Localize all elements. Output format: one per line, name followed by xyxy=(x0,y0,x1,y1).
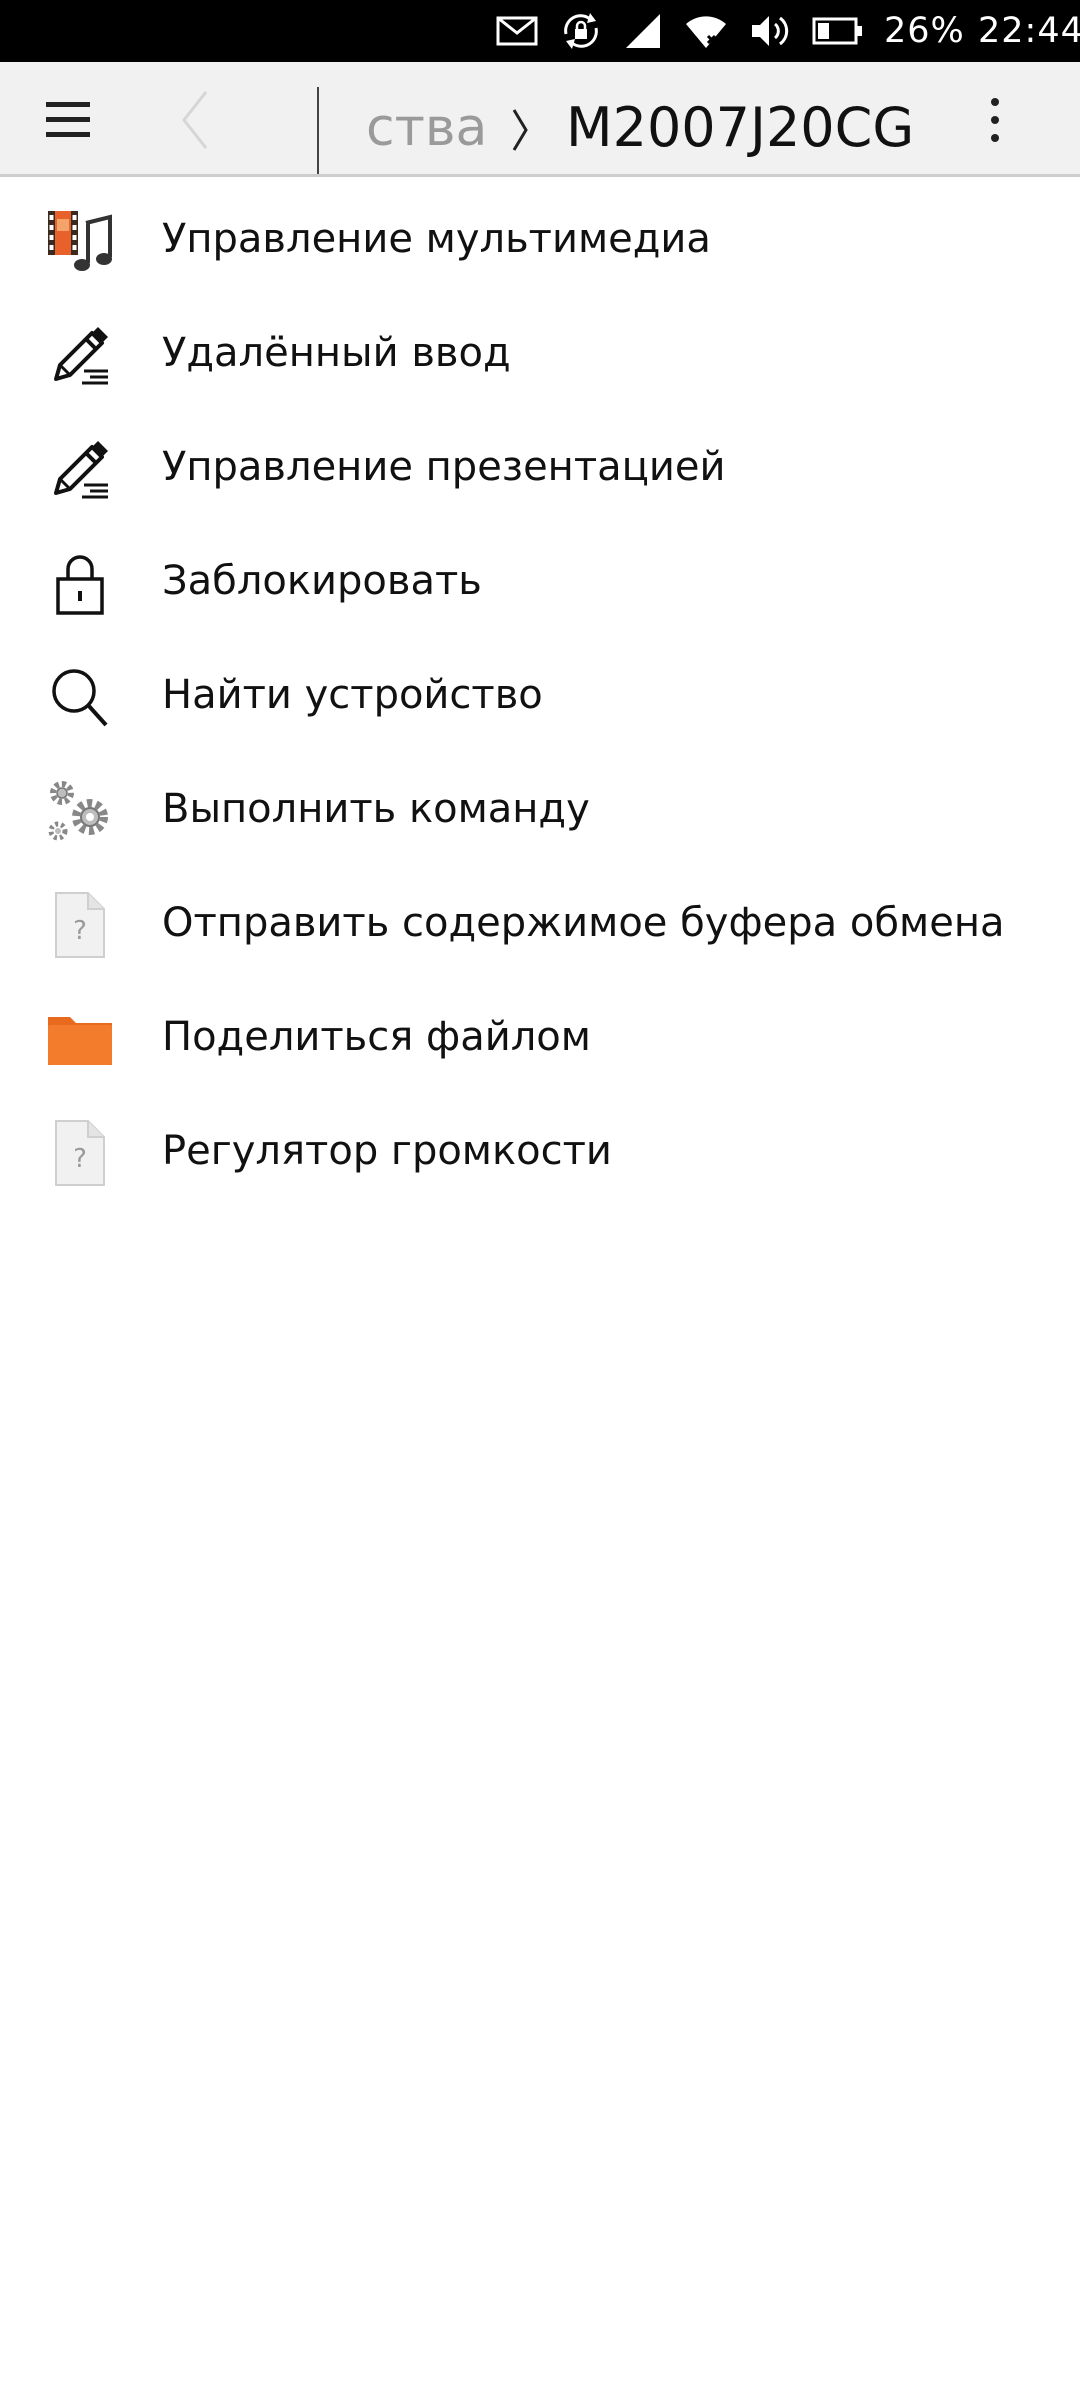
pen-icon xyxy=(54,441,108,499)
breadcrumb-chevron-icon xyxy=(512,109,528,151)
list-item-volume-control[interactable]: ? Регулятор громкости xyxy=(0,1092,1080,1206)
list-item-run-command[interactable]: Выполнить команду xyxy=(0,750,1080,864)
unknown-file-icon: ? xyxy=(55,892,105,958)
folder-icon xyxy=(48,1017,112,1065)
list-item-send-clipboard[interactable]: ? Отправить содержимое буфера обмена xyxy=(0,864,1080,978)
list-item-share-file[interactable]: Поделиться файлом xyxy=(0,978,1080,1092)
pen-icon xyxy=(54,327,108,385)
list-item-label: Управление мультимедиа xyxy=(162,216,711,262)
list-item-label: Выполнить команду xyxy=(162,786,590,832)
list-item-label: Удалённый ввод xyxy=(162,330,511,376)
header: ства M2007J20CG xyxy=(0,62,1080,177)
overflow-menu-icon[interactable] xyxy=(972,88,1018,152)
multimedia-icon xyxy=(48,211,112,271)
svg-text:?: ? xyxy=(73,916,87,946)
list-item-lock[interactable]: Заблокировать xyxy=(0,522,1080,636)
wifi-icon xyxy=(686,16,726,48)
hamburger-menu-icon[interactable] xyxy=(34,92,102,148)
battery-percent: 26% xyxy=(884,11,965,51)
back-chevron-icon[interactable] xyxy=(170,88,220,152)
mail-icon xyxy=(496,16,538,46)
list-item-label: Найти устройство xyxy=(162,672,543,718)
list-item-label: Регулятор громкости xyxy=(162,1128,612,1174)
battery-icon xyxy=(812,17,862,45)
breadcrumb-previous[interactable]: ства xyxy=(366,98,487,158)
gears-icon xyxy=(48,781,108,841)
list-item-multimedia-control[interactable]: Управление мультимедиа xyxy=(0,180,1080,294)
list-item-find-device[interactable]: Найти устройство xyxy=(0,636,1080,750)
rotation-lock-icon xyxy=(564,13,598,49)
status-bar: 26% 22:44 xyxy=(0,0,1080,62)
search-icon xyxy=(52,669,108,727)
list-item-label: Заблокировать xyxy=(162,558,482,604)
list-item-label: Управление презентацией xyxy=(162,444,726,490)
list-item-presentation-control[interactable]: Управление презентацией xyxy=(0,408,1080,522)
volume-icon xyxy=(752,16,789,46)
unknown-file-icon: ? xyxy=(55,1120,105,1186)
list-item-remote-input[interactable]: Удалённый ввод xyxy=(0,294,1080,408)
breadcrumb-divider xyxy=(317,87,319,174)
svg-text:?: ? xyxy=(73,1144,87,1174)
list-item-label: Отправить содержимое буфера обмена xyxy=(162,900,1005,946)
clock: 22:44 xyxy=(978,11,1080,51)
lock-icon xyxy=(56,555,104,615)
cellular-signal-icon xyxy=(626,14,660,48)
list-item-label: Поделиться файлом xyxy=(162,1014,591,1060)
page-title: M2007J20CG xyxy=(566,96,915,159)
